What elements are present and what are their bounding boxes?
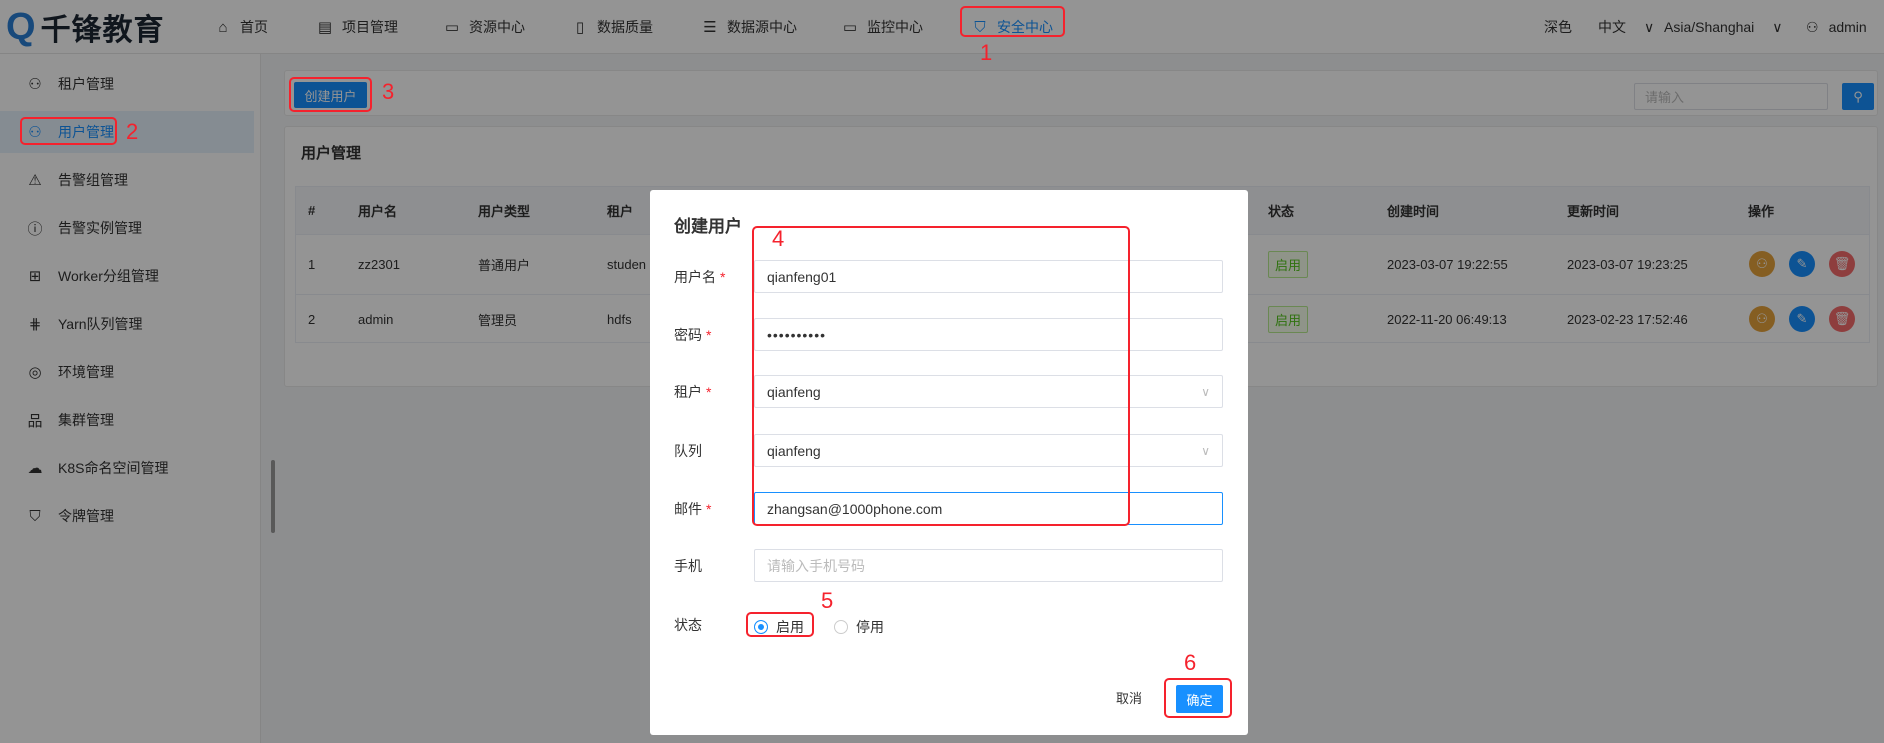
annotation-number: 3: [382, 79, 395, 104]
annotation-number: 6: [1184, 650, 1197, 675]
required-mark: *: [720, 269, 726, 285]
create-user-dialog: 创建用户 用户名 * qianfeng01 密码 * •••••••••• 租户 * …: [650, 190, 1248, 735]
annotation-number: 2: [126, 119, 139, 144]
field-label: 队列: [674, 443, 702, 459]
status-radio-disabled[interactable]: 停用: [834, 617, 884, 637]
annotation-box-1: [960, 6, 1065, 37]
input-placeholder: 请输入手机号码: [767, 557, 865, 574]
field-label: 用户名: [674, 269, 716, 285]
field-label: 密码: [674, 327, 702, 343]
dialog-title: 创建用户: [674, 217, 742, 236]
annotation-box-2: [20, 117, 117, 145]
radio-label: 停用: [856, 619, 884, 635]
annotation-box-5: [746, 612, 814, 637]
annotation-number: 1: [980, 40, 993, 65]
annotation-box-6: [1164, 678, 1232, 718]
field-label: 邮件: [674, 501, 702, 517]
field-label: 手机: [674, 558, 702, 574]
annotation-box-3: [289, 77, 372, 112]
radio-unchecked-icon: [834, 620, 848, 634]
field-label: 租户: [674, 384, 702, 400]
required-mark: *: [706, 501, 712, 517]
chevron-down-icon: ∨: [1201, 384, 1210, 399]
cancel-label: 取消: [1116, 691, 1143, 706]
field-label: 状态: [674, 617, 702, 633]
cancel-button[interactable]: 取消: [1116, 688, 1142, 707]
required-mark: *: [706, 327, 712, 343]
phone-input[interactable]: 请输入手机号码: [754, 549, 1223, 582]
annotation-number: 4: [772, 226, 785, 251]
annotation-number: 5: [821, 588, 834, 613]
chevron-down-icon: ∨: [1201, 443, 1210, 458]
annotation-box-4: [752, 226, 1130, 526]
required-mark: *: [706, 384, 712, 400]
